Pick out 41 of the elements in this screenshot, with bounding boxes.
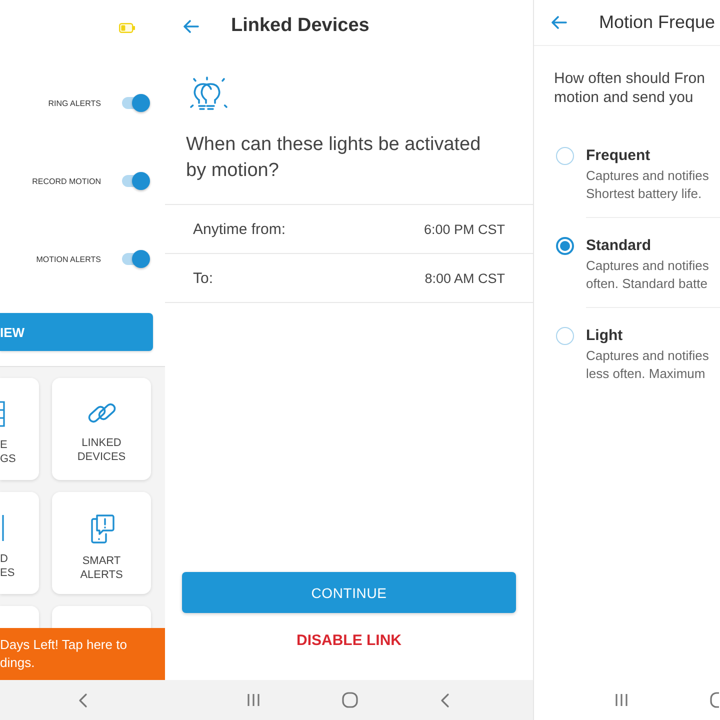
radio-button[interactable] bbox=[556, 237, 574, 255]
feature-tile[interactable]: LINKED DEVICES bbox=[52, 378, 151, 480]
radio-button[interactable] bbox=[556, 327, 574, 345]
feature-tile[interactable]: SMART ALERTS bbox=[52, 492, 151, 594]
radio-button[interactable] bbox=[556, 147, 574, 165]
toggle-label: MOTION ALERTS bbox=[36, 254, 101, 264]
battery-icon bbox=[119, 23, 135, 33]
toggle-label: RECORD MOTION bbox=[32, 176, 101, 186]
home-icon[interactable] bbox=[710, 692, 719, 708]
time-label: To: bbox=[193, 270, 214, 286]
recent-apps-icon[interactable] bbox=[247, 693, 260, 707]
back-icon[interactable] bbox=[78, 692, 88, 708]
tile-icon bbox=[0, 514, 6, 542]
prompt-text: How often should Fron motion and send you bbox=[554, 69, 706, 107]
option-description: Captures and notifies Shortest battery life. bbox=[586, 167, 710, 203]
feature-tile[interactable]: D ES bbox=[0, 492, 39, 594]
back-arrow-icon[interactable] bbox=[183, 20, 199, 32]
option-description: Captures and notifies less often. Maximum bbox=[586, 347, 710, 383]
toggle-switch[interactable] bbox=[122, 172, 150, 190]
question-text: When can these lights be activated by motion? bbox=[186, 133, 482, 183]
toggle-label: RING ALERTS bbox=[48, 98, 101, 108]
back-icon[interactable] bbox=[440, 692, 450, 708]
back-arrow-icon[interactable] bbox=[551, 16, 567, 29]
tile-icon bbox=[0, 400, 6, 428]
time-value[interactable]: 6:00 PM CST bbox=[424, 222, 505, 236]
feature-tile[interactable]: E GS bbox=[0, 378, 39, 480]
disable-link[interactable]: DISABLE LINK bbox=[296, 630, 402, 650]
home-icon[interactable] bbox=[342, 692, 358, 708]
option-description: Captures and notifies often. Standard batte bbox=[586, 257, 710, 293]
option-title: Frequent bbox=[586, 146, 652, 166]
recent-apps-icon[interactable] bbox=[615, 693, 628, 707]
screen-title: Linked Devices bbox=[231, 15, 370, 37]
light-bulbs-icon bbox=[188, 76, 230, 112]
toggle-switch[interactable] bbox=[122, 250, 150, 268]
option-title: Light bbox=[586, 326, 624, 346]
time-label: Anytime from: bbox=[193, 220, 286, 238]
phone-alert-icon bbox=[88, 514, 114, 544]
screen-title: Motion Freque bbox=[599, 12, 716, 33]
toggle-switch[interactable] bbox=[122, 94, 150, 112]
time-value[interactable]: 8:00 AM CST bbox=[424, 270, 505, 286]
option-title: Standard bbox=[586, 236, 652, 256]
